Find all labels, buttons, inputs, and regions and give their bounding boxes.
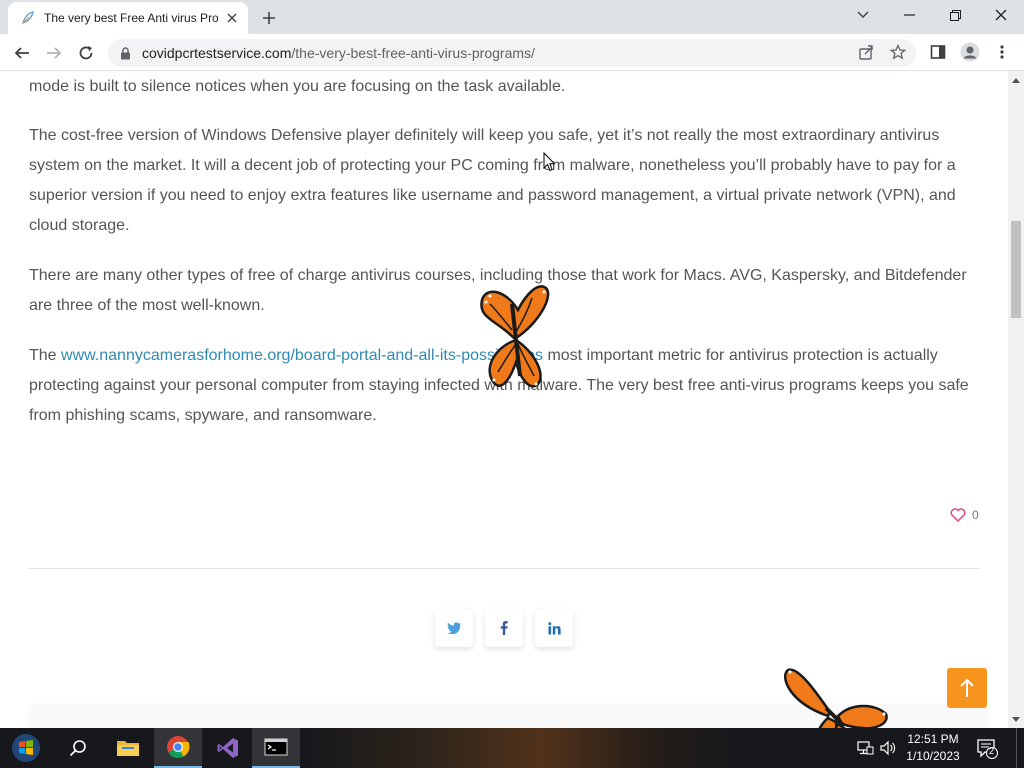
butterfly-icon xyxy=(480,285,550,388)
share-page-icon[interactable] xyxy=(854,40,878,64)
taskbar-command-prompt[interactable] xyxy=(252,728,300,768)
divider xyxy=(28,568,980,569)
taskbar-wallpaper-strip xyxy=(300,728,740,768)
scrollbar-thumb[interactable] xyxy=(1011,221,1021,318)
show-desktop-button[interactable] xyxy=(1016,728,1024,768)
windows-taskbar: 12:51 PM 1/10/2023 2 xyxy=(0,728,1024,768)
screen: The very best Free Anti virus Prog covid… xyxy=(0,0,1024,768)
chrome-icon xyxy=(167,736,190,758)
like-count: 0 xyxy=(972,508,979,522)
clock-time: 12:51 PM xyxy=(907,732,959,746)
twitter-icon xyxy=(447,622,461,634)
taskbar-visual-studio[interactable] xyxy=(204,728,252,768)
linkedin-icon xyxy=(547,621,561,634)
article-paragraph: The cost-free version of Windows Defensi… xyxy=(29,127,956,234)
browser-toolbar: covidpcrtestservice.com/the-very-best-fr… xyxy=(0,34,1024,71)
profile-avatar-icon[interactable] xyxy=(958,40,982,64)
share-facebook-button[interactable] xyxy=(485,609,523,647)
tab-title: The very best Free Anti virus Prog xyxy=(44,11,218,25)
notification-count: 2 xyxy=(989,746,995,756)
taskbar-chrome[interactable] xyxy=(154,728,202,768)
arrow-up-icon xyxy=(960,678,974,697)
visual-studio-icon xyxy=(217,738,238,758)
address-bar[interactable]: covidpcrtestservice.com/the-very-best-fr… xyxy=(108,39,916,67)
volume-icon[interactable] xyxy=(878,728,898,768)
clock-date: 1/10/2023 xyxy=(906,749,960,763)
facebook-icon xyxy=(500,621,508,635)
article-link[interactable]: www.nannycamerasforhome.org/board-portal… xyxy=(61,347,543,364)
network-icon[interactable] xyxy=(854,728,876,768)
heart-icon xyxy=(950,508,966,522)
url-text: covidpcrtestservice.com/the-very-best-fr… xyxy=(142,45,535,61)
tab-search-chevron-icon[interactable] xyxy=(840,0,886,30)
scroll-up-arrow-icon[interactable] xyxy=(1008,73,1024,87)
search-icon xyxy=(69,740,86,757)
tab-strip: The very best Free Anti virus Prog xyxy=(0,0,1024,34)
search-button[interactable] xyxy=(54,728,102,768)
lock-icon[interactable] xyxy=(118,46,132,60)
back-to-top-button[interactable] xyxy=(947,668,987,708)
forward-button[interactable] xyxy=(40,39,68,67)
tab-close-icon[interactable] xyxy=(224,10,240,26)
close-window-button[interactable] xyxy=(978,0,1024,30)
windows-logo-icon xyxy=(12,734,40,762)
url-domain: covidpcrtestservice.com xyxy=(142,45,292,61)
notification-icon xyxy=(977,739,998,759)
share-linkedin-button[interactable] xyxy=(535,609,573,647)
action-center-button[interactable]: 2 xyxy=(972,728,1002,768)
share-twitter-button[interactable] xyxy=(435,609,473,647)
article-paragraph: mode is built to silence notices when yo… xyxy=(29,78,566,95)
scroll-down-arrow-icon[interactable] xyxy=(1008,712,1024,726)
page-viewport: mode is built to silence notices when yo… xyxy=(0,71,1008,728)
chrome-menu-icon[interactable] xyxy=(990,40,1014,64)
side-panel-icon[interactable] xyxy=(926,40,950,64)
browser-tab[interactable]: The very best Free Anti virus Prog xyxy=(8,2,248,34)
url-path: /the-very-best-free-anti-virus-programs/ xyxy=(291,45,535,61)
mouse-cursor-icon xyxy=(543,151,557,177)
folder-icon xyxy=(117,741,139,756)
start-button[interactable] xyxy=(2,728,50,768)
site-favicon-icon xyxy=(20,10,36,26)
like-button[interactable]: 0 xyxy=(950,508,979,522)
page-scrollbar[interactable] xyxy=(1008,71,1024,728)
new-tab-button[interactable] xyxy=(258,7,280,29)
system-clock[interactable]: 12:51 PM 1/10/2023 xyxy=(898,731,968,765)
paragraph-text-start: The xyxy=(29,347,62,364)
taskbar-file-explorer[interactable] xyxy=(104,728,152,768)
restore-button[interactable] xyxy=(932,0,978,30)
reload-button[interactable] xyxy=(72,39,100,67)
minimize-button[interactable] xyxy=(886,0,932,30)
back-button[interactable] xyxy=(8,39,36,67)
bookmark-star-icon[interactable] xyxy=(886,40,910,64)
terminal-icon xyxy=(264,738,288,756)
